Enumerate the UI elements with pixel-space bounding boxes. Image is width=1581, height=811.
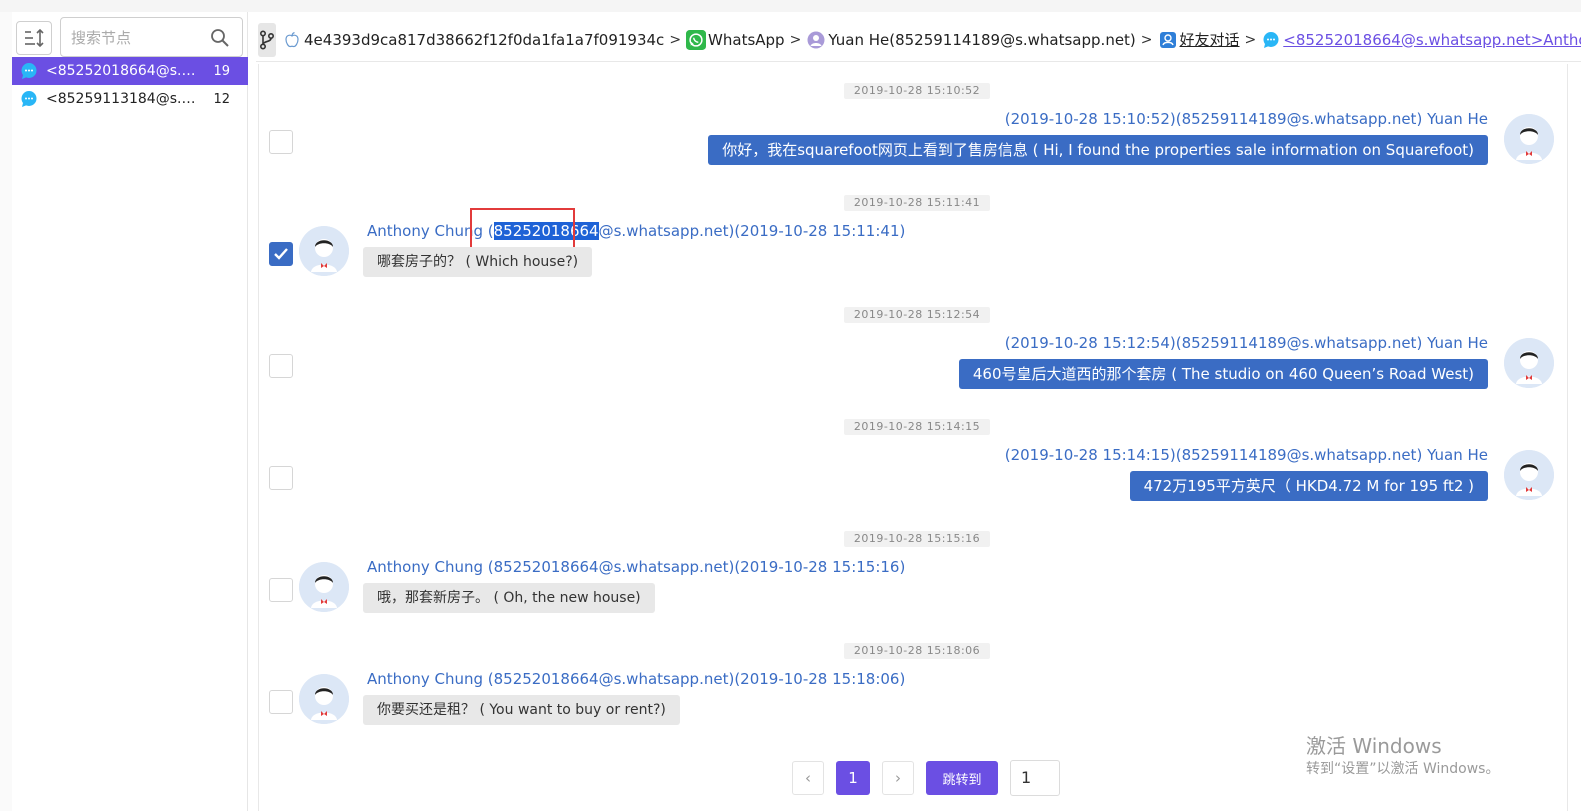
avatar-person-icon [299, 226, 349, 276]
search-input[interactable] [71, 26, 201, 50]
chat-bubble-icon [1261, 30, 1281, 50]
avatar [299, 226, 349, 276]
avatar-person-icon [1504, 114, 1554, 164]
avatar [299, 562, 349, 612]
message-checkbox[interactable] [269, 466, 293, 490]
message-bubble: 你要买还是租？ ( You want to buy or rent?) [363, 695, 680, 725]
crumb-category[interactable]: 好友对话 [1158, 29, 1240, 50]
breadcrumb-separator: > [1244, 31, 1257, 48]
prev-page-button[interactable]: ‹ [792, 761, 824, 795]
message-bubble: 你好，我在squarefoot网页上看到了售房信息 ( Hi, I found … [708, 135, 1488, 165]
windows-activation-watermark-title: 激活 Windows [1306, 734, 1442, 758]
sidebar: <85252018664@s.w... 19 <85259113184@s.w.… [12, 12, 248, 811]
search-icon[interactable] [210, 28, 230, 48]
message-checkbox[interactable] [269, 242, 293, 266]
windows-activation-watermark-subtitle: 转到“设置”以激活 Windows。 [1306, 761, 1500, 777]
apple-icon [282, 30, 302, 50]
message-timestamp: 2019-10-28 15:18:06 [844, 643, 990, 659]
message-timestamp: 2019-10-28 15:10:52 [844, 83, 990, 99]
avatar-person-icon [1504, 450, 1554, 500]
breadcrumb-separator: > [789, 31, 802, 48]
pagination: ‹ 1 › 跳转到 1 [792, 760, 1060, 796]
message-sender-meta: (2019-10-28 15:10:52)(85259114189@s.what… [1004, 110, 1488, 128]
message-timestamp: 2019-10-28 15:12:54 [844, 307, 990, 323]
breadcrumb-separator: > [669, 31, 682, 48]
message-bubble: 472万195平方英尺（ HKD4.72 M for 195 ft2 ) [1129, 471, 1488, 501]
git-branch-icon [259, 29, 275, 50]
page-jump-input[interactable]: 1 [1010, 760, 1060, 796]
message-bubble: 哪套房子的？ ( Which house?) [363, 247, 593, 277]
message-timestamp: 2019-10-28 15:15:16 [844, 531, 990, 547]
sidebar-item-chat-2[interactable]: <85259113184@s.w... 12 [12, 85, 248, 113]
sidebar-item-count: 12 [213, 91, 230, 107]
branch-button[interactable] [258, 22, 276, 57]
sidebar-toolbar [16, 17, 246, 57]
sidebar-item-label: <85259113184@s.w... [46, 91, 200, 107]
crumb-account-label: Yuan He(85259114189@s.whatsapp.net) [828, 30, 1136, 49]
check-icon [274, 248, 288, 260]
message-timestamp: 2019-10-28 15:14:15 [844, 419, 990, 435]
sidebar-item-count: 19 [213, 63, 230, 79]
sender-meta-rest: @s.whatsapp.net)(2019-10-28 15:11:41) [598, 222, 906, 240]
chat-bubble-icon [21, 63, 37, 79]
avatar-person-icon [299, 562, 349, 612]
highlight-box [470, 208, 575, 252]
message-checkbox[interactable] [269, 130, 293, 154]
crumb-app[interactable]: WhatsApp [686, 29, 785, 50]
message-bubble: 460号皇后大道西的那个套房 ( The studio on 460 Queen… [958, 359, 1488, 389]
crumb-app-label: WhatsApp [708, 30, 785, 49]
message-sender-meta: (2019-10-28 15:14:15)(85259114189@s.what… [1004, 446, 1488, 464]
avatar [1504, 114, 1554, 164]
message-checkbox[interactable] [269, 354, 293, 378]
whatsapp-icon [686, 29, 707, 50]
crumb-chat[interactable]: <85252018664@s.whatsapp.net>Anthony Chun… [1261, 30, 1581, 50]
chat-panel: 2019-10-28 15:10:52 (2019-10-28 15:10:52… [258, 64, 1568, 811]
sidebar-list: <85252018664@s.w... 19 <85259113184@s.w.… [12, 57, 248, 113]
page-number-current[interactable]: 1 [836, 761, 870, 795]
message-sender-meta: Anthony Chung (85252018664@s.whatsapp.ne… [367, 670, 906, 688]
message-bubble: 哦，那套新房子。 ( Oh, the new house) [363, 583, 655, 613]
message-checkbox[interactable] [269, 690, 293, 714]
left-edge [0, 12, 12, 811]
message-checkbox[interactable] [269, 578, 293, 602]
breadcrumb-separator: > [1140, 31, 1153, 48]
message-sender-meta: Anthony Chung (85252018664@s.whatsapp.ne… [367, 222, 905, 240]
chat-bubble-icon [21, 91, 37, 107]
avatar [1504, 450, 1554, 500]
crumb-device[interactable]: 4e4393d9ca817d38662f12f0da1fa1a7f091934c [282, 30, 664, 50]
crumb-category-label: 好友对话 [1179, 31, 1240, 49]
sidebar-item-chat-1[interactable]: <85252018664@s.w... 19 [12, 57, 248, 85]
top-strip [0, 0, 1581, 12]
breadcrumb: 4e4393d9ca817d38662f12f0da1fa1a7f091934c… [256, 18, 1581, 62]
sort-icon [25, 28, 44, 48]
user-icon [806, 30, 826, 50]
sidebar-item-label: <85252018664@s.w... [46, 63, 200, 79]
avatar-person-icon [299, 674, 349, 724]
avatar [299, 674, 349, 724]
next-page-button[interactable]: › [882, 761, 914, 795]
crumb-chat-label: <85252018664@s.whatsapp.net>Anthony Chun… [1283, 30, 1581, 49]
contacts-icon [1158, 30, 1178, 50]
avatar-person-icon [1504, 338, 1554, 388]
message-sender-meta: Anthony Chung (85252018664@s.whatsapp.ne… [367, 558, 906, 576]
jump-to-page-button[interactable]: 跳转到 [926, 761, 998, 795]
message-timestamp: 2019-10-28 15:11:41 [844, 195, 990, 211]
sort-button[interactable] [16, 21, 52, 55]
search-box [60, 17, 243, 57]
crumb-account[interactable]: Yuan He(85259114189@s.whatsapp.net) [806, 30, 1136, 50]
avatar [1504, 338, 1554, 388]
message-sender-meta: (2019-10-28 15:12:54)(85259114189@s.what… [1004, 334, 1488, 352]
crumb-device-label: 4e4393d9ca817d38662f12f0da1fa1a7f091934c [304, 30, 665, 49]
